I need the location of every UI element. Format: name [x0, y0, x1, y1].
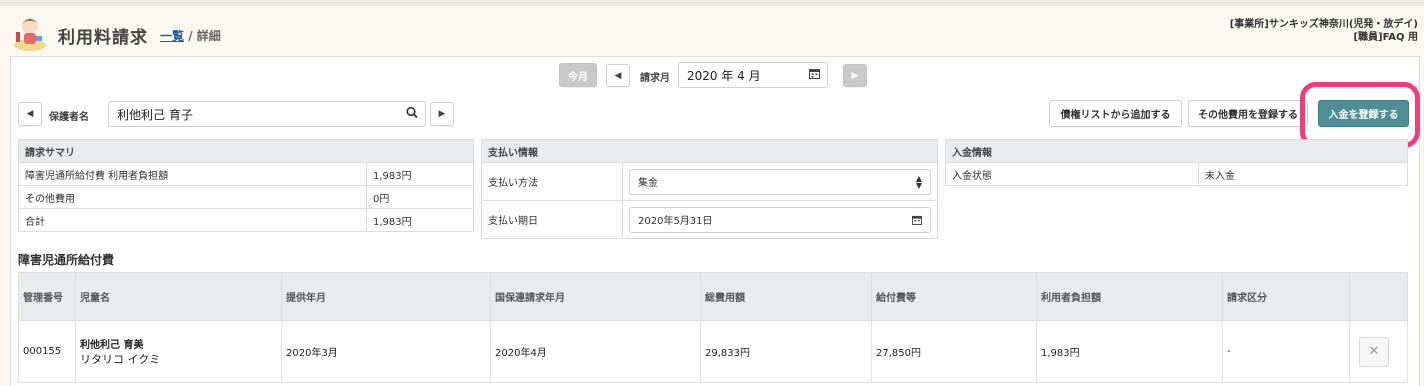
guardian-label: 保護者名 — [49, 112, 89, 123]
search-icon[interactable] — [406, 106, 418, 122]
month-label: 請求月 — [640, 73, 670, 84]
table-row: 合計 1,983円 — [18, 208, 474, 232]
prev-guardian-button[interactable]: ◀ — [18, 102, 42, 126]
breadcrumb-current: 詳細 — [196, 29, 221, 43]
due-date-input[interactable]: 2020年5月31日 — [629, 206, 931, 233]
calendar-icon — [809, 68, 820, 82]
current-month-button[interactable]: 今月 — [559, 63, 597, 87]
table-row: 支払い方法 集金 ▲ ▼ — [481, 162, 938, 201]
breadcrumb-list-link[interactable]: 一覧 — [160, 29, 184, 43]
guardian-search-input[interactable]: 利他利己 育子 — [108, 101, 426, 127]
table-row: 障害児通所給付費 利用者負担額 1,983円 — [18, 162, 474, 186]
payment-method-select[interactable]: 集金 ▲ ▼ — [629, 168, 931, 195]
table-row: 入金状態 未入金 — [945, 162, 1408, 186]
staff-name: [職員]FAQ 用 — [1353, 32, 1418, 43]
office-info: [事業所]サンキッズ神奈川(児発・放デイ) [職員]FAQ 用 — [1230, 18, 1418, 44]
calendar-icon — [912, 215, 922, 228]
delete-row-button[interactable]: ✕ — [1359, 336, 1389, 367]
month-input[interactable]: 2020 年 4 月 — [678, 62, 828, 88]
breadcrumb: 一覧 / 詳細 — [160, 27, 221, 44]
chevron-right-icon: ▶ — [438, 109, 446, 119]
table-row: その他費用 0円 — [18, 185, 474, 209]
payment-info-title: 支払い情報 — [481, 139, 938, 163]
next-month-button[interactable]: ▶ — [843, 64, 867, 87]
prev-month-button[interactable]: ◀ — [606, 64, 630, 87]
child-name-kana: リタリコ イクミ — [80, 353, 161, 366]
register-other-cost-button[interactable]: その他費用を登録する — [1188, 100, 1308, 127]
child-name: 利他利己 育美 — [80, 340, 144, 351]
select-arrows-icon: ▲ ▼ — [915, 173, 922, 190]
benefit-table: 管理番号 児童名 提供年月 国保連請求年月 総費用額 給付費等 利用者負担額 請… — [18, 272, 1408, 383]
close-icon: ✕ — [1368, 344, 1380, 359]
table-row: 支払い期日 2020年5月31日 — [481, 200, 938, 239]
payment-info-table: 支払い情報 支払い方法 集金 ▲ ▼ 支払い期日 2020年5月31日 — [481, 139, 938, 239]
page-title: 利用料請求 — [58, 28, 148, 48]
billing-summary-table: 請求サマリ 障害児通所給付費 利用者負担額 1,983円 その他費用 0円 合計… — [18, 139, 474, 232]
summary-title: 請求サマリ — [18, 139, 474, 163]
chevron-left-icon: ◀ — [26, 109, 34, 119]
chevron-right-icon: ▶ — [851, 70, 859, 81]
mascot-logo-icon — [14, 18, 46, 51]
add-from-claim-list-button[interactable]: 債権リストから追加する — [1049, 100, 1182, 127]
table-row: 000155 利他利己 育美 リタリコ イクミ 2020年3月 2020年4月 … — [18, 320, 1408, 383]
section-title: 障害児通所給付費 — [18, 253, 115, 267]
page-header: 利用料請求 一覧 / 詳細 [事業所]サンキッズ神奈川(児発・放デイ) [職員]… — [0, 6, 1424, 56]
deposit-info-table: 入金情報 入金状態 未入金 — [945, 139, 1408, 186]
breadcrumb-separator: / — [188, 29, 193, 43]
chevron-left-icon: ◀ — [614, 70, 622, 81]
table-header-row: 管理番号 児童名 提供年月 国保連請求年月 総費用額 給付費等 利用者負担額 請… — [18, 272, 1408, 321]
office-name: [事業所]サンキッズ神奈川(児発・放デイ) — [1229, 19, 1418, 30]
deposit-info-title: 入金情報 — [945, 139, 1408, 163]
next-guardian-button[interactable]: ▶ — [430, 102, 454, 126]
